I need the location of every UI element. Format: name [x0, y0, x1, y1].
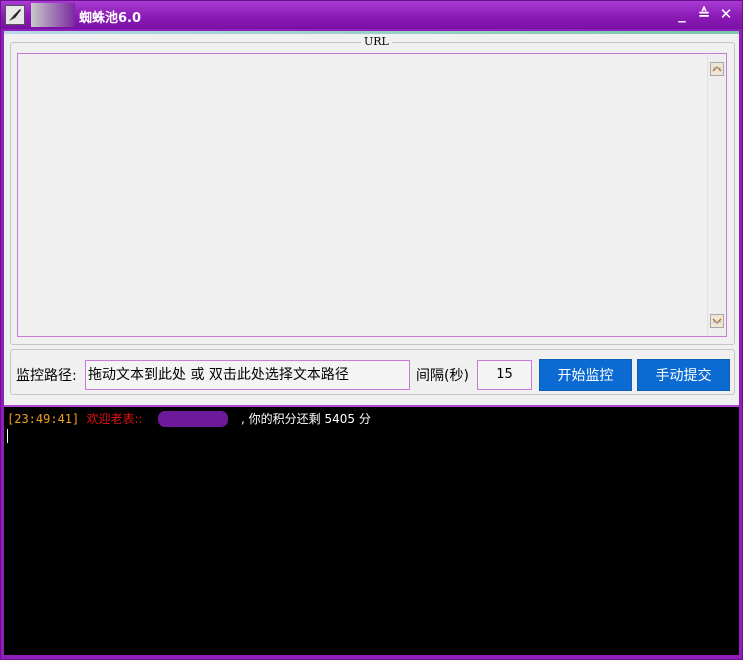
scroll-down-icon[interactable]: [709, 313, 725, 329]
url-group-label: URL: [361, 35, 392, 48]
url-group: URL: [10, 35, 735, 345]
log-welcome: 欢迎老表::: [86, 412, 143, 426]
window-controls: _ ≙ ✕: [674, 5, 734, 23]
minimize-button[interactable]: _: [674, 5, 690, 23]
maximize-button[interactable]: ≙: [696, 5, 712, 23]
control-panel: 监控路径: 拖动文本到此处 或 双击此处选择文本路径 间隔(秒) 15 开始监控…: [10, 349, 735, 395]
text-caret: [7, 429, 8, 443]
paintbrush-icon: [5, 5, 25, 25]
log-score-message: , 你的积分还剩 5405 分: [241, 412, 371, 426]
interval-label: 间隔(秒): [416, 368, 469, 384]
scroll-up-icon[interactable]: [709, 61, 725, 77]
title-decoration: [31, 3, 75, 27]
log-timestamp: [23:49:41]: [7, 412, 80, 426]
redacted-username: [157, 411, 228, 427]
manual-submit-button[interactable]: 手动提交: [637, 359, 730, 391]
divider: [4, 31, 739, 34]
start-monitor-button[interactable]: 开始监控: [539, 359, 632, 391]
path-input[interactable]: 拖动文本到此处 或 双击此处选择文本路径: [85, 360, 410, 390]
log-line: [23:49:41] 欢迎老表:: , 你的积分还剩 5405 分: [7, 411, 739, 427]
url-scrollbar[interactable]: [707, 55, 725, 335]
client-area: URL 监控路径: 拖动文本到此处 或 双击此处选择文本路径 间隔(秒) 15 …: [4, 31, 739, 655]
path-label: 监控路径:: [16, 368, 77, 384]
app-window: 蜘蛛池6.0 _ ≙ ✕ URL 监控路径: 拖动文本到此处 或 双击此处选择文…: [0, 0, 743, 660]
url-textarea[interactable]: [17, 53, 727, 337]
interval-input[interactable]: 15: [477, 360, 532, 390]
log-console[interactable]: [23:49:41] 欢迎老表:: , 你的积分还剩 5405 分: [4, 405, 739, 655]
window-title: 蜘蛛池6.0: [79, 11, 142, 26]
close-button[interactable]: ✕: [718, 5, 734, 23]
title-bar[interactable]: 蜘蛛池6.0 _ ≙ ✕: [1, 1, 742, 29]
